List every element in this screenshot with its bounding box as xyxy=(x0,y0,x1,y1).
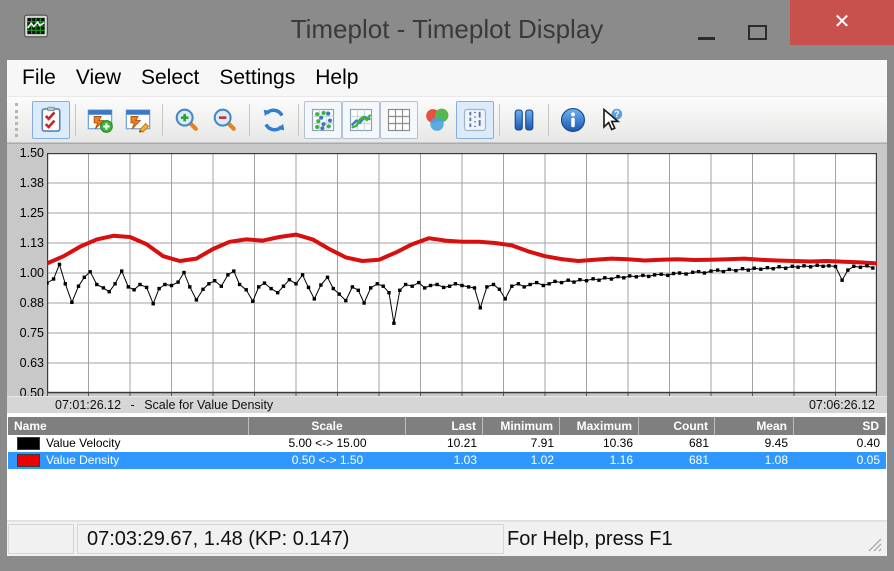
menu-file[interactable]: File xyxy=(12,61,66,95)
add-plot-icon xyxy=(86,106,114,134)
series-color-swatch xyxy=(17,437,40,450)
x-axis-strip: 07:01:26.12 - Scale for Value Density 07… xyxy=(7,396,887,414)
series-color-swatch xyxy=(17,454,40,467)
zoom-in-button[interactable] xyxy=(168,101,206,139)
toolbar xyxy=(7,96,887,143)
add-plot-button[interactable] xyxy=(81,101,119,139)
info-button[interactable] xyxy=(554,101,592,139)
status-pane-cursor-readout: 07:03:29.67, 1.48 (KP: 0.147) xyxy=(77,524,504,554)
chart-region: 1.50 1.38 1.25 1.13 1.00 0.88 0.75 0.63 0.50 07:… xyxy=(7,143,887,414)
zoom-in-icon xyxy=(173,106,201,134)
line-plot-icon xyxy=(347,106,375,134)
help-cursor-icon xyxy=(597,106,625,134)
column-header-scale[interactable]: Scale xyxy=(249,417,406,435)
column-header-sd[interactable]: SD xyxy=(794,417,886,435)
pause-button[interactable] xyxy=(505,101,543,139)
x-axis-end-time: 07:06:26.12 xyxy=(808,398,875,412)
grid-toggle-button[interactable] xyxy=(380,100,418,139)
value-cell: 0.40 xyxy=(856,436,880,450)
y-tick-label: 0.75 xyxy=(19,326,44,340)
y-tick-label: 0.88 xyxy=(19,296,44,310)
resize-grip[interactable] xyxy=(867,537,882,552)
series-name-cell: Value Velocity xyxy=(8,435,249,452)
value-cell: 10.21 xyxy=(446,436,477,450)
axis-separator: - xyxy=(130,398,135,412)
menu-select[interactable]: Select xyxy=(131,61,209,95)
status-pane-empty xyxy=(8,524,74,554)
info-icon xyxy=(559,106,587,134)
value-cell: 7.91 xyxy=(530,436,554,450)
series-name-cell: Value Density xyxy=(8,452,249,469)
menu-view[interactable]: View xyxy=(66,61,131,95)
toolbar-separator xyxy=(162,103,163,136)
color-mix-button[interactable] xyxy=(418,101,456,139)
toolbar-separator xyxy=(249,103,250,136)
y-tick-label: 1.00 xyxy=(19,266,44,280)
edit-plot-icon xyxy=(124,106,152,134)
line-style-button[interactable] xyxy=(342,100,380,139)
chart-plot[interactable] xyxy=(45,152,879,399)
grid-icon xyxy=(385,106,413,134)
checklist-icon xyxy=(37,106,65,134)
value-cell: 681 xyxy=(688,453,709,467)
menu-bar: File View Select Settings Help xyxy=(7,60,887,96)
menu-settings[interactable]: Settings xyxy=(209,61,305,95)
edit-plot-button[interactable] xyxy=(119,101,157,139)
column-header-maximum[interactable]: Maximum xyxy=(560,417,639,435)
table-row[interactable]: Value Density 0.50 <-> 1.50 1.03 1.02 1.16 68… xyxy=(8,452,886,469)
value-cell: 9.45 xyxy=(764,436,788,450)
plot-legend-table: Name Scale Last Minimum Maximum Count Mean SD V… xyxy=(8,417,886,469)
value-cell: 1.03 xyxy=(453,453,477,467)
table-header-row: Name Scale Last Minimum Maximum Count Mean SD xyxy=(8,417,886,435)
value-cell: 0.05 xyxy=(856,453,880,467)
x-axis-start-time: 07:01:26.12 xyxy=(55,398,122,412)
refresh-button[interactable] xyxy=(255,101,293,139)
toolbar-separator xyxy=(298,103,299,136)
app-window: Timeplot - Timeplot Display ✕ File View Se… xyxy=(0,0,894,571)
column-header-last[interactable]: Last xyxy=(406,417,483,435)
maximize-button[interactable] xyxy=(742,18,772,46)
menu-help[interactable]: Help xyxy=(305,61,368,95)
context-help-button[interactable] xyxy=(592,101,630,139)
marker-lines-button[interactable] xyxy=(456,100,494,139)
value-cell: 0.50 <-> 1.50 xyxy=(291,453,364,467)
refresh-icon xyxy=(260,106,288,134)
status-bar: 07:03:29.67, 1.48 (KP: 0.147) For Help, … xyxy=(7,521,887,556)
y-tick-label: 1.13 xyxy=(19,236,44,250)
y-tick-label: 1.25 xyxy=(19,206,44,220)
scatter-style-button[interactable] xyxy=(304,100,342,139)
value-cell: 5.00 <-> 15.00 xyxy=(288,436,367,450)
value-cell: 1.08 xyxy=(764,453,788,467)
y-tick-label: 1.50 xyxy=(19,146,44,160)
table-row[interactable]: Value Velocity 5.00 <-> 15.00 10.21 7.91 10.… xyxy=(8,435,886,452)
color-circles-icon xyxy=(423,106,451,134)
plot-legend-table-region: Name Scale Last Minimum Maximum Count Mean SD V… xyxy=(7,413,887,521)
value-cell: 1.02 xyxy=(530,453,554,467)
status-help-text: For Help, press F1 xyxy=(507,528,673,550)
pause-icon xyxy=(510,106,538,134)
marker-lines-icon xyxy=(461,106,489,134)
title-bar: Timeplot - Timeplot Display ✕ xyxy=(0,0,894,60)
y-tick-label: 1.38 xyxy=(19,176,44,190)
zoom-out-icon xyxy=(211,106,239,134)
value-cell: 10.36 xyxy=(602,436,633,450)
select-plots-button[interactable] xyxy=(32,100,70,139)
toolbar-grip-handle[interactable] xyxy=(15,102,22,137)
toolbar-separator xyxy=(499,103,500,136)
toolbar-separator xyxy=(75,103,76,136)
value-cell: 1.16 xyxy=(609,453,633,467)
value-cell: 681 xyxy=(688,436,709,450)
column-header-mean[interactable]: Mean xyxy=(715,417,794,435)
toolbar-separator xyxy=(548,103,549,136)
scale-for-label: Scale for Value Density xyxy=(144,398,274,412)
y-tick-label: 0.63 xyxy=(19,356,44,370)
scatter-plot-icon xyxy=(309,106,337,134)
minimize-button[interactable] xyxy=(692,18,722,46)
column-header-name[interactable]: Name xyxy=(8,417,249,435)
zoom-out-button[interactable] xyxy=(206,101,244,139)
close-button[interactable]: ✕ xyxy=(790,0,894,45)
column-header-minimum[interactable]: Minimum xyxy=(483,417,560,435)
column-header-count[interactable]: Count xyxy=(639,417,715,435)
